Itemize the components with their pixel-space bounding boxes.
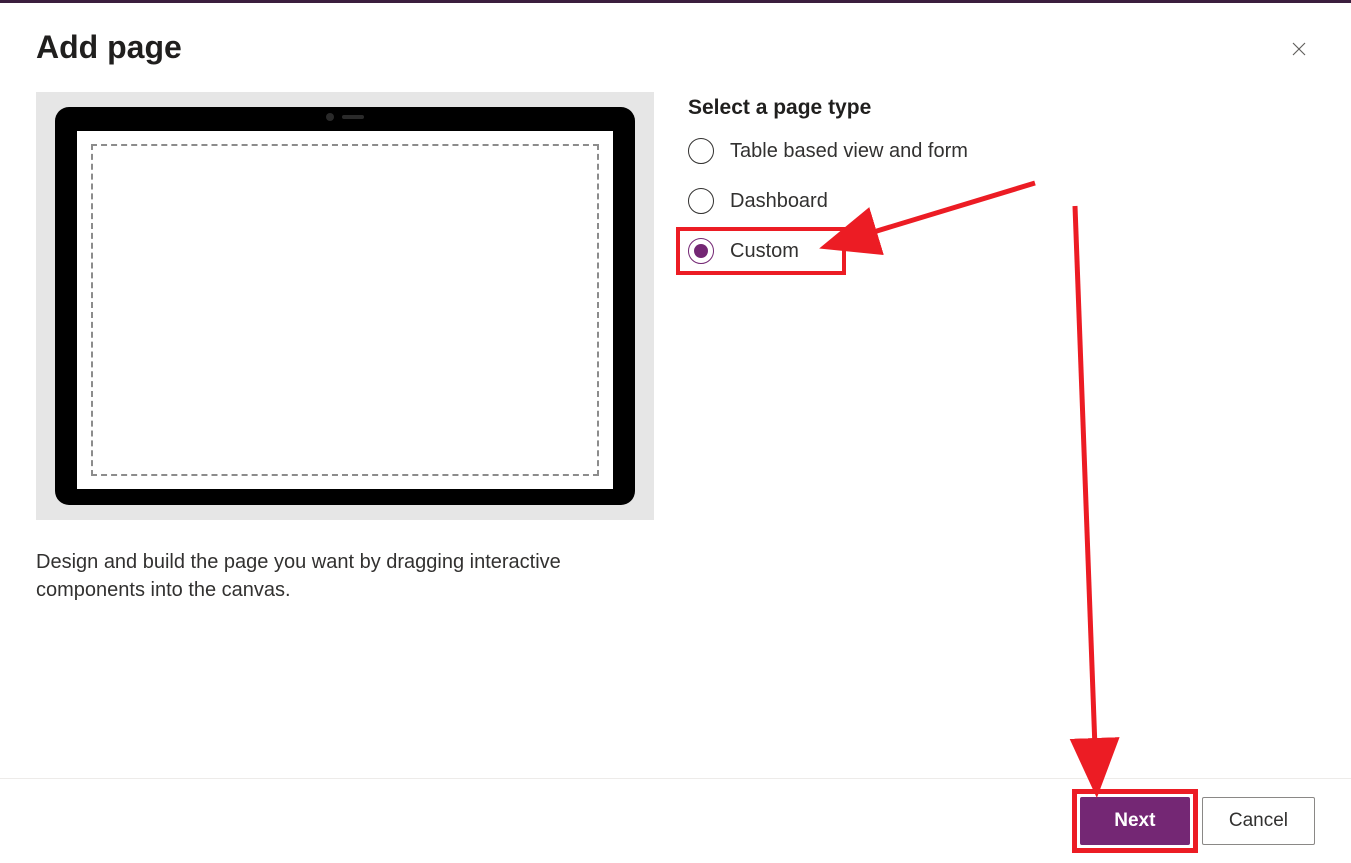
next-button[interactable]: Next <box>1080 797 1190 845</box>
cancel-button[interactable]: Cancel <box>1202 797 1315 845</box>
page-type-description: Design and build the page you want by dr… <box>36 548 596 604</box>
preview-column: Design and build the page you want by dr… <box>36 92 654 778</box>
radio-option-custom[interactable]: Custom <box>688 238 1315 264</box>
radio-icon <box>688 188 714 214</box>
radio-label: Table based view and form <box>730 140 968 163</box>
radio-label: Dashboard <box>730 190 828 213</box>
next-button-wrapper: Next <box>1080 797 1190 845</box>
close-button[interactable] <box>1283 33 1315 65</box>
tablet-frame <box>55 107 635 505</box>
dashed-canvas <box>91 144 599 476</box>
add-page-dialog: Add page Design and build <box>0 3 1351 863</box>
tablet-screen <box>77 131 613 489</box>
preview-image <box>36 92 654 520</box>
radio-icon <box>688 238 714 264</box>
close-icon <box>1290 40 1308 58</box>
dialog-footer: Next Cancel <box>0 778 1351 863</box>
radio-icon <box>688 138 714 164</box>
dialog-body: Design and build the page you want by dr… <box>0 66 1351 778</box>
page-type-radio-group: Table based view and form Dashboard Cust… <box>688 138 1315 264</box>
tablet-camera <box>326 113 364 121</box>
radio-option-table[interactable]: Table based view and form <box>688 138 1315 164</box>
options-column: Select a page type Table based view and … <box>688 92 1315 778</box>
dialog-title: Add page <box>36 29 182 66</box>
radio-option-dashboard[interactable]: Dashboard <box>688 188 1315 214</box>
page-type-label: Select a page type <box>688 96 1315 120</box>
dialog-header: Add page <box>0 3 1351 66</box>
radio-label: Custom <box>730 240 799 263</box>
